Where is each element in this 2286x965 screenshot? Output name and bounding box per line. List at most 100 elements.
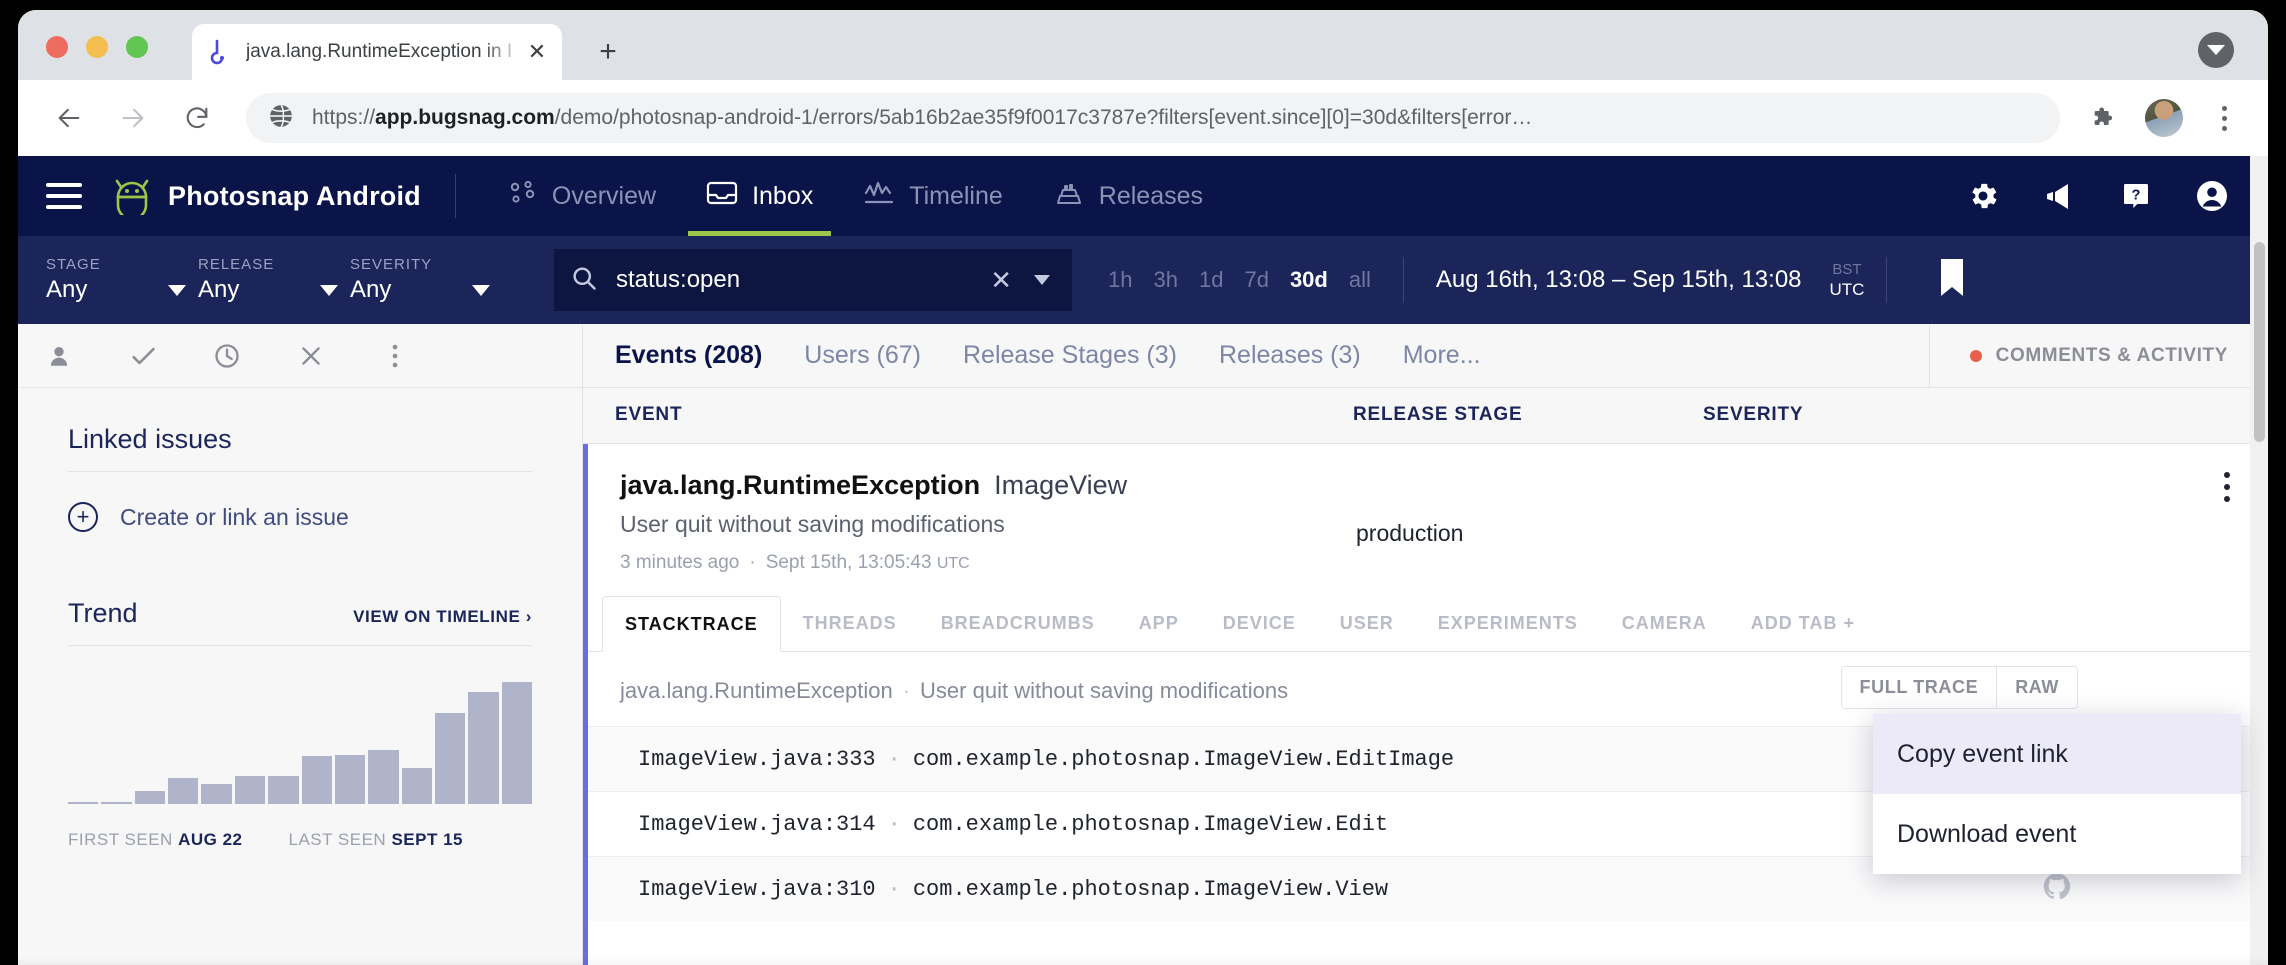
scrollbar-thumb[interactable] xyxy=(2254,242,2265,442)
assign-user-icon[interactable] xyxy=(42,339,76,373)
tab-release-stages[interactable]: Release Stages (3) xyxy=(963,341,1177,370)
megaphone-icon[interactable] xyxy=(2042,181,2078,211)
raw-button[interactable]: RAW xyxy=(1996,667,2077,708)
frame-method: com.example.photosnap.ImageView.Edit xyxy=(912,811,1389,837)
timezone-from: BST xyxy=(1832,260,1862,278)
timezone-toggle[interactable]: BST UTC xyxy=(1830,261,1865,300)
back-button[interactable] xyxy=(46,95,92,141)
release-filter[interactable]: RELEASE Any xyxy=(198,256,350,304)
tab-comments-activity[interactable]: COMMENTS & ACTIVITY xyxy=(1928,324,2268,388)
nav-item-timeline[interactable]: Timeline xyxy=(845,156,1021,236)
snooze-clock-icon[interactable] xyxy=(210,339,244,373)
event-tab-breadcrumbs[interactable]: BREADCRUMBS xyxy=(919,596,1117,651)
browser-tab-title: java.lang.RuntimeException in I xyxy=(246,41,513,62)
chevron-down-icon[interactable] xyxy=(1034,275,1050,285)
tab-close-icon[interactable]: ✕ xyxy=(524,39,550,65)
stage-filter[interactable]: STAGE Any xyxy=(46,256,198,304)
nav-label: Inbox xyxy=(752,181,814,210)
github-icon[interactable] xyxy=(2042,872,2072,907)
settings-gear-icon[interactable] xyxy=(1966,179,2000,213)
mark-fixed-check-icon[interactable] xyxy=(126,339,160,373)
event-options-dropdown: Copy event link Download event xyxy=(1873,714,2241,874)
browser-tab[interactable]: java.lang.RuntimeException in I ✕ xyxy=(192,24,562,80)
hamburger-menu-icon[interactable] xyxy=(46,183,82,209)
new-tab-button[interactable]: + xyxy=(586,30,630,74)
tab-more[interactable]: More... xyxy=(1403,341,1481,370)
view-on-timeline-link[interactable]: VIEW ON TIMELINE › xyxy=(353,607,532,627)
browser-menu-button[interactable] xyxy=(2202,105,2246,131)
window-minimize-button[interactable] xyxy=(86,36,108,58)
event-timestamp-tz: UTC xyxy=(936,555,970,572)
extensions-puzzle-icon[interactable] xyxy=(2082,96,2126,140)
android-logo-icon xyxy=(110,177,154,221)
chevron-down-icon[interactable] xyxy=(2198,32,2234,68)
first-seen: FIRST SEEN AUG 22 xyxy=(68,830,242,850)
divider xyxy=(68,471,532,472)
separator: · xyxy=(887,746,901,772)
stacktrace-error-message: User quit without saving modifications xyxy=(920,678,1289,703)
stacktrace-view-toggle: FULL TRACE RAW xyxy=(1840,666,2078,709)
tab-users[interactable]: Users (67) xyxy=(804,341,921,370)
range-3h[interactable]: 3h xyxy=(1153,267,1177,293)
window-close-button[interactable] xyxy=(46,36,68,58)
menu-item-copy-event-link[interactable]: Copy event link xyxy=(1873,714,2241,794)
create-or-link-issue-label: Create or link an issue xyxy=(120,503,349,530)
range-1h[interactable]: 1h xyxy=(1108,267,1132,293)
bookmark-icon[interactable] xyxy=(1939,258,1965,303)
reload-button[interactable] xyxy=(174,95,220,141)
nav-item-overview[interactable]: Overview xyxy=(490,156,674,236)
event-tab-user[interactable]: USER xyxy=(1318,596,1416,651)
help-icon[interactable]: ? xyxy=(2120,180,2152,212)
range-1d[interactable]: 1d xyxy=(1199,267,1223,293)
range-7d[interactable]: 7d xyxy=(1244,267,1268,293)
trend-bar-chart xyxy=(68,672,533,804)
event-error-class: java.lang.RuntimeException xyxy=(620,470,981,500)
create-or-link-issue-button[interactable]: + Create or link an issue xyxy=(68,502,532,532)
frame-code: ImageView.java:310 · com.example.photosnap… xyxy=(638,877,1388,902)
tab-releases[interactable]: Releases (3) xyxy=(1219,341,1361,370)
event-summary: java.lang.RuntimeException ImageView User… xyxy=(588,444,2268,574)
event-options-menu-button[interactable] xyxy=(2220,468,2234,506)
first-seen-label: FIRST SEEN xyxy=(68,830,173,849)
address-bar[interactable]: https://app.bugsnag.com/demo/photosnap-a… xyxy=(246,93,2060,143)
event-tab-app[interactable]: APP xyxy=(1117,596,1201,651)
site-info-globe-icon[interactable] xyxy=(268,103,294,134)
event-tab-threads[interactable]: THREADS xyxy=(781,596,919,651)
trend-bar xyxy=(234,775,266,804)
event-tab-camera[interactable]: CAMERA xyxy=(1600,596,1729,651)
forward-button[interactable] xyxy=(110,95,156,141)
event-tab-add-tab[interactable]: ADD TAB + xyxy=(1729,596,1877,651)
event-tab-stacktrace[interactable]: STACKTRACE xyxy=(602,596,781,652)
severity-filter[interactable]: SEVERITY Any xyxy=(350,256,502,304)
first-seen-value: AUG 22 xyxy=(178,830,243,849)
date-range-value[interactable]: Aug 16th, 13:08 – Sep 15th, 13:08 xyxy=(1436,266,1802,294)
trend-bar xyxy=(168,777,199,804)
meta-separator: · xyxy=(749,552,756,573)
search-input[interactable]: status:open ✕ xyxy=(554,249,1072,311)
nav-item-inbox[interactable]: Inbox xyxy=(688,156,832,236)
nav-item-releases[interactable]: Releases xyxy=(1035,156,1221,236)
event-tab-device[interactable]: DEVICE xyxy=(1201,596,1318,651)
search-value: status:open xyxy=(616,266,741,293)
event-tab-experiments[interactable]: EXPERIMENTS xyxy=(1416,596,1600,651)
trend-title: Trend xyxy=(68,598,138,628)
profile-avatar[interactable] xyxy=(2142,96,2186,140)
account-icon[interactable] xyxy=(2194,178,2230,214)
window-maximize-button[interactable] xyxy=(126,36,148,58)
close-icon[interactable]: ✕ xyxy=(980,265,1022,296)
trend-bar xyxy=(101,802,132,804)
event-meta: 3 minutes ago · Sept 15th, 13:05:43 UTC xyxy=(620,552,2236,574)
stacktrace-error-class: java.lang.RuntimeException xyxy=(620,678,893,703)
menu-item-download-event[interactable]: Download event xyxy=(1873,794,2241,874)
stacktrace-header-text: java.lang.RuntimeException · User quit wit… xyxy=(620,678,1288,704)
page-scrollbar[interactable] xyxy=(2250,156,2268,965)
range-30d[interactable]: 30d xyxy=(1290,267,1328,293)
tab-events[interactable]: Events (208) xyxy=(615,341,762,370)
trend-header: Trend VIEW ON TIMELINE › xyxy=(68,562,532,629)
range-all[interactable]: all xyxy=(1349,267,1371,293)
more-options-icon[interactable] xyxy=(378,339,412,373)
frame-file: ImageView.java:310 xyxy=(638,876,876,902)
full-trace-button[interactable]: FULL TRACE xyxy=(1841,667,1997,708)
ignore-close-icon[interactable] xyxy=(294,339,328,373)
event-row[interactable]: java.lang.RuntimeException ImageView User… xyxy=(583,444,2268,965)
